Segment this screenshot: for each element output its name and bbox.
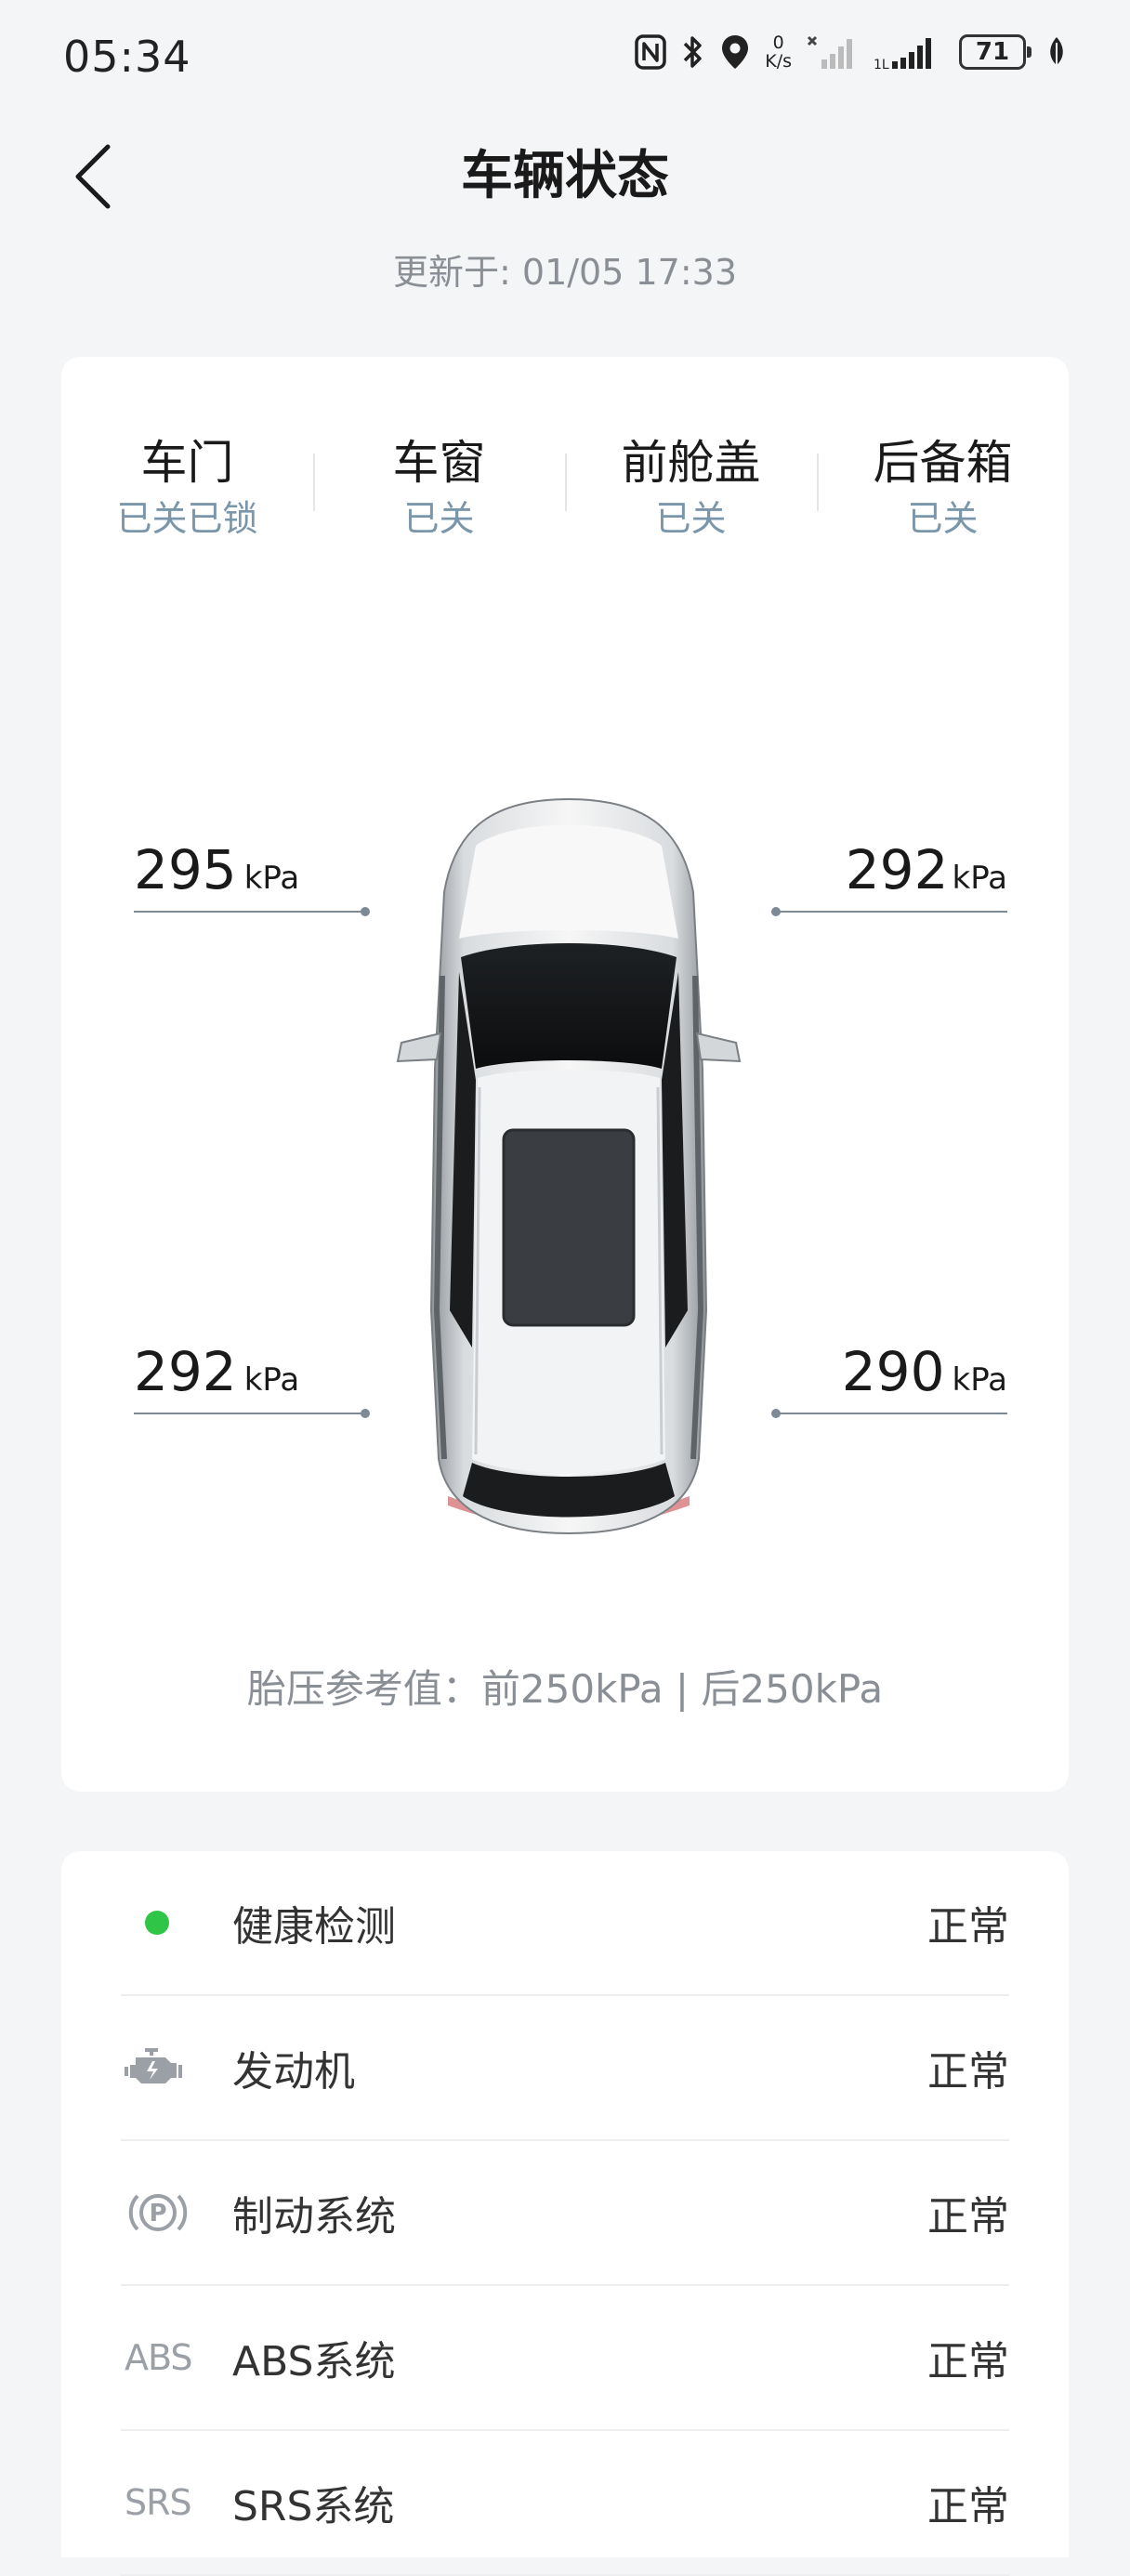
location-icon [720, 33, 750, 71]
system-row-srs[interactable]: SRS SRS系统 正常 [121, 2431, 1009, 2576]
signal-off-icon [807, 33, 859, 71]
update-time-value: 01/05 17:33 [521, 252, 737, 293]
tire-leader-dot [361, 1409, 370, 1418]
door-status-hood[interactable]: 前舱盖 已关 [565, 431, 817, 543]
update-time: 更新于: 01/05 17:33 [0, 243, 1130, 295]
tire-pressure-unit: kPa [243, 1361, 300, 1399]
system-status: 正常 [927, 2048, 1009, 2096]
system-label: 健康检测 [232, 1903, 396, 1951]
door-status-windows[interactable]: 车窗 已关 [313, 431, 565, 543]
parking-brake-icon: P [128, 2194, 188, 2231]
systems-card: 健康检测 正常 发动机 正常 P 制动系统 正常 ABS ABS系统 正常 SR… [61, 1851, 1069, 2576]
tire-front-right: 292 kPa [771, 838, 1008, 916]
door-status-label: 后备箱 [873, 436, 1013, 490]
status-time: 05:34 [63, 32, 191, 82]
door-status-label: 车窗 [392, 436, 486, 490]
engine-icon [125, 2048, 182, 2083]
nfc-icon [635, 34, 666, 70]
system-label: SRS系统 [232, 2483, 395, 2530]
green-dot-icon [145, 1911, 169, 1935]
system-status: 正常 [927, 2193, 1009, 2241]
update-label: 更新于: [393, 252, 522, 293]
tire-leader-line [134, 1409, 370, 1418]
tire-leader-dot [771, 1409, 781, 1418]
status-icons: 0 K/s 1L 71 [635, 33, 1067, 71]
system-row-abs[interactable]: ABS ABS系统 正常 [121, 2286, 1009, 2431]
tire-pressure-value: 292 [845, 838, 949, 901]
tire-leader-line [134, 907, 370, 916]
system-row-engine[interactable]: 发动机 正常 [121, 1996, 1009, 2141]
door-status-value: 已关已锁 [116, 498, 258, 539]
leaf-icon [1046, 35, 1067, 69]
page-title: 车辆状态 [461, 146, 669, 206]
network-speed-unit: K/s [765, 51, 792, 72]
battery-icon: 71 [959, 34, 1031, 70]
system-label: 发动机 [232, 2048, 355, 2096]
car-top-view-image [396, 797, 742, 1535]
door-status-label: 车门 [140, 436, 234, 490]
tire-rear-left: 292 kPa [134, 1340, 370, 1418]
svg-text:P: P [149, 2200, 166, 2228]
system-status: 正常 [927, 2338, 1009, 2385]
status-bar: 05:34 0 K/s 1L 71 [0, 0, 1130, 112]
signal-icon: 1L [874, 33, 944, 71]
system-status: 正常 [927, 2483, 1009, 2530]
bluetooth-icon [681, 33, 705, 71]
door-status-row: 车门 已关已锁 车窗 已关 前舱盖 已关 后备箱 已关 [61, 431, 1069, 543]
door-status-value: 已关 [403, 498, 475, 539]
tire-front-left: 295 kPa [134, 838, 370, 916]
svg-text:1L: 1L [874, 58, 889, 71]
network-speed-value: 0 [772, 33, 784, 53]
system-status: 正常 [927, 1903, 1009, 1951]
door-status-value: 已关 [655, 498, 727, 539]
system-row-brake[interactable]: P 制动系统 正常 [121, 2141, 1009, 2286]
system-label: 制动系统 [232, 2193, 396, 2241]
door-status-trunk[interactable]: 后备箱 已关 [817, 431, 1069, 543]
door-status-value: 已关 [907, 498, 979, 539]
tire-leader-line [771, 1409, 1007, 1418]
tire-pressure-unit: kPa [952, 1361, 1008, 1399]
abs-icon: ABS [125, 2337, 193, 2378]
tire-pressure-reference: 胎压参考值：前250kPa | 后250kPa [246, 1666, 884, 1712]
tire-rear-right: 290 kPa [771, 1340, 1008, 1418]
tire-pressure-value: 292 [134, 1340, 237, 1403]
door-status-doors[interactable]: 车门 已关已锁 [61, 431, 313, 543]
tire-leader-line [771, 907, 1007, 916]
tire-pressure-value: 295 [134, 838, 237, 901]
network-speed: 0 K/s [765, 33, 792, 71]
system-label: ABS系统 [232, 2338, 396, 2385]
tire-leader-dot [361, 907, 370, 916]
car-status-card: 车门 已关已锁 车窗 已关 前舱盖 已关 后备箱 已关 295 kPa 292 … [61, 357, 1069, 1792]
tire-pressure-unit: kPa [243, 860, 300, 897]
tire-pressure-unit: kPa [952, 860, 1008, 897]
system-row-health[interactable]: 健康检测 正常 [121, 1851, 1009, 1996]
tire-pressure-value: 290 [841, 1340, 945, 1403]
tire-leader-dot [771, 907, 781, 916]
door-status-label: 前舱盖 [621, 436, 761, 490]
srs-icon: SRS [125, 2482, 192, 2523]
